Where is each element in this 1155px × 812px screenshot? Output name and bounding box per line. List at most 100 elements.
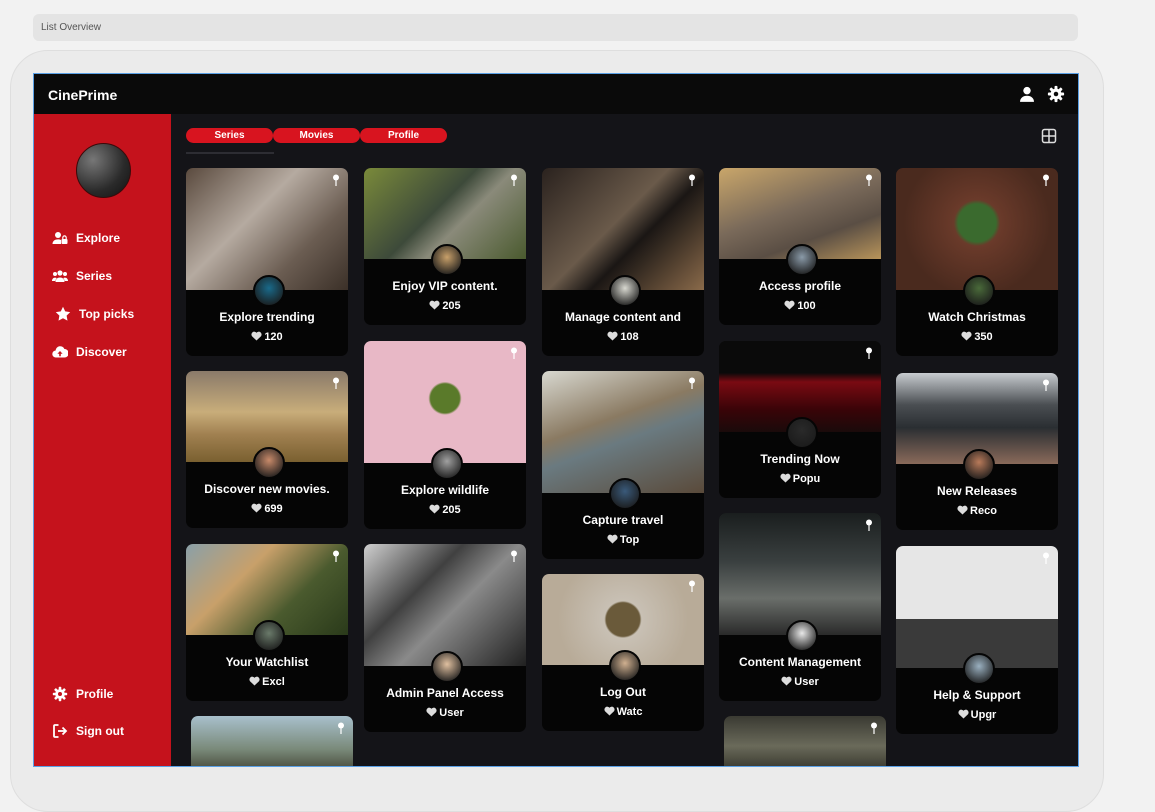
card-title: Log Out: [600, 685, 646, 699]
media-card[interactable]: Explore wildlife 205: [364, 341, 526, 529]
media-card[interactable]: Discover new movies. 699: [186, 371, 348, 528]
card-avatar[interactable]: [431, 651, 463, 683]
card-thumbnail: [896, 168, 1058, 290]
media-card[interactable]: Your Watchlist Excl: [186, 544, 348, 701]
pin-icon[interactable]: [332, 174, 340, 186]
card-title: Discover new movies.: [204, 482, 330, 496]
pin-icon[interactable]: [870, 722, 878, 734]
media-card[interactable]: Content Management User: [719, 513, 881, 701]
media-card[interactable]: New Releases Reco: [896, 373, 1058, 530]
card-avatar[interactable]: [431, 244, 463, 276]
pin-icon[interactable]: [332, 550, 340, 562]
likes-count: 205: [442, 300, 461, 312]
window-titlebar: List Overview: [33, 14, 1078, 41]
sidebar-item-explore[interactable]: Explore: [52, 230, 120, 246]
card-avatar[interactable]: [786, 417, 818, 449]
sidebar: Explore Series Top picks Discover Profil…: [34, 114, 171, 766]
heart-icon: [251, 503, 262, 513]
heart-icon: [961, 331, 972, 341]
card-avatar[interactable]: [963, 275, 995, 307]
heart-icon: [251, 331, 262, 341]
pin-icon[interactable]: [332, 377, 340, 389]
tab-movies[interactable]: Movies: [273, 128, 360, 143]
card-avatar[interactable]: [963, 449, 995, 481]
media-card[interactable]: Manage content and 108: [542, 168, 704, 356]
user-icon[interactable]: [1018, 85, 1036, 103]
media-card[interactable]: Admin Panel Access User: [364, 544, 526, 732]
media-card[interactable]: Explore trending 120: [186, 168, 348, 356]
heart-icon: [784, 300, 795, 310]
card-avatar[interactable]: [786, 244, 818, 276]
pin-icon[interactable]: [1042, 552, 1050, 564]
card-likes: Upgr: [896, 709, 1058, 721]
card-likes: Watc: [542, 706, 704, 718]
card-avatar[interactable]: [786, 620, 818, 652]
pin-icon[interactable]: [1042, 379, 1050, 391]
sidebar-item-top-picks[interactable]: Top picks: [55, 306, 134, 322]
sidebar-item-sign-out[interactable]: Sign out: [52, 723, 124, 739]
pin-icon[interactable]: [688, 580, 696, 592]
media-card[interactable]: Enjoy VIP content. 205: [364, 168, 526, 325]
card-likes: 108: [542, 331, 704, 343]
media-card[interactable]: Trending Now Popu: [719, 341, 881, 498]
card-avatar[interactable]: [253, 447, 285, 479]
card-avatar[interactable]: [609, 275, 641, 307]
tab-series[interactable]: Series: [186, 128, 273, 143]
card-title: Explore wildlife: [400, 483, 490, 497]
card-title: Explore trending: [219, 310, 315, 324]
app-screen: CinePrime Explore Series Top picks Disco…: [33, 73, 1079, 767]
card-likes: 205: [364, 300, 526, 312]
sidebar-item-label: Profile: [76, 687, 114, 701]
sidebar-item-profile[interactable]: Profile: [52, 686, 113, 702]
likes-count: 699: [264, 503, 283, 515]
likes-count: Top: [619, 534, 640, 546]
card-thumbnail: [542, 168, 704, 290]
users-icon: [52, 270, 68, 282]
card-thumbnail: [364, 341, 526, 463]
likes-count: 100: [797, 300, 816, 312]
grid-view-icon[interactable]: [1041, 128, 1057, 144]
card-avatar[interactable]: [253, 620, 285, 652]
gear-icon[interactable]: [1047, 85, 1065, 103]
card-likes: Excl: [186, 676, 348, 688]
brand-logo[interactable]: CinePrime: [48, 87, 117, 103]
window-title: List Overview: [41, 22, 102, 33]
pin-icon[interactable]: [688, 174, 696, 186]
pin-icon[interactable]: [865, 519, 873, 531]
pin-icon[interactable]: [1042, 174, 1050, 186]
sidebar-item-series[interactable]: Series: [52, 268, 112, 284]
media-card[interactable]: Access profile 100: [719, 168, 881, 325]
pin-icon[interactable]: [688, 377, 696, 389]
card-thumbnail: [542, 371, 704, 493]
sidebar-item-label: Series: [76, 269, 113, 283]
avatar[interactable]: [76, 143, 131, 198]
card-avatar[interactable]: [431, 448, 463, 480]
media-card[interactable]: Watch Christmas 350: [896, 168, 1058, 356]
card-avatar[interactable]: [609, 650, 641, 682]
media-card[interactable]: Help & Support Upgr: [896, 546, 1058, 734]
pin-icon[interactable]: [865, 174, 873, 186]
heart-icon: [429, 300, 440, 310]
media-card[interactable]: Log Out Watc: [542, 574, 704, 731]
card-avatar[interactable]: [963, 653, 995, 685]
media-card[interactable]: Capture travel Top: [542, 371, 704, 559]
card-avatar[interactable]: [609, 478, 641, 510]
sidebar-item-discover[interactable]: Discover: [52, 344, 127, 360]
pin-icon[interactable]: [510, 347, 518, 359]
star-icon: [55, 306, 71, 321]
sidebar-item-label: Explore: [76, 231, 121, 245]
card-title: Admin Panel Access: [386, 686, 504, 700]
pin-icon[interactable]: [337, 722, 345, 734]
card-likes: 699: [186, 503, 348, 515]
card-thumbnail: [191, 716, 353, 766]
card-likes: User: [719, 676, 881, 688]
media-card[interactable]: [724, 716, 886, 766]
card-avatar[interactable]: [253, 275, 285, 307]
pin-icon[interactable]: [510, 174, 518, 186]
tab-profile[interactable]: Profile: [360, 128, 447, 143]
pin-icon[interactable]: [865, 347, 873, 359]
media-card[interactable]: [191, 716, 353, 766]
likes-count: 205: [442, 504, 461, 516]
pin-icon[interactable]: [510, 550, 518, 562]
card-likes: 120: [186, 331, 348, 343]
